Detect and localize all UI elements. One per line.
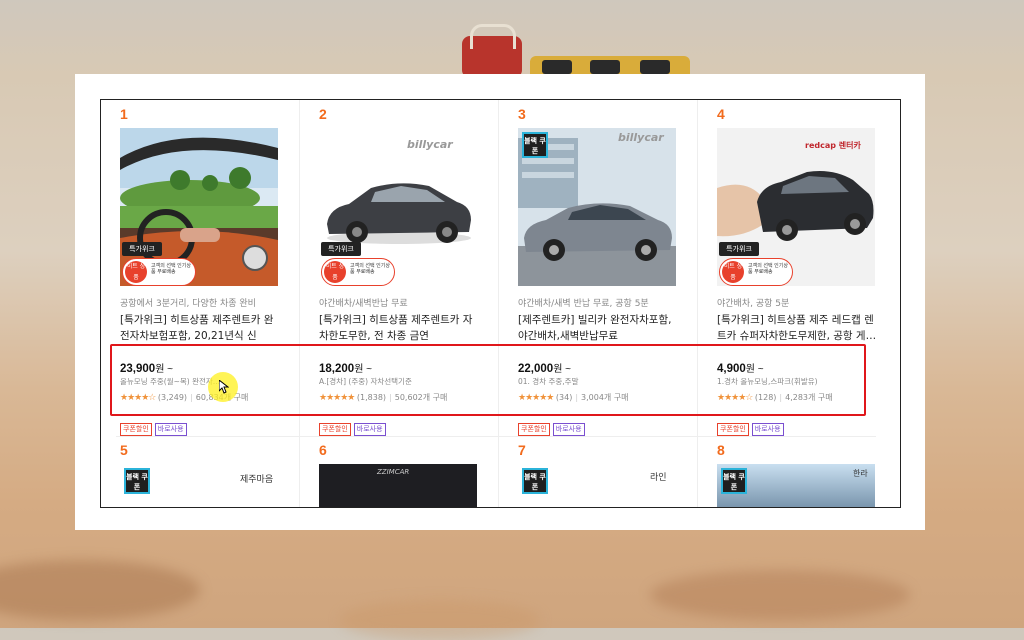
cursor-arrow-icon bbox=[219, 380, 229, 394]
product-card-5[interactable]: 5 블랙 쿠폰 제주마음 bbox=[101, 100, 300, 507]
product-image[interactable]: 블랙 쿠폰 제주마음 bbox=[120, 464, 278, 507]
product-card-6[interactable]: 6 ZZIMCAR bbox=[300, 100, 499, 507]
black-coupon-badge: 블랙 쿠폰 bbox=[124, 468, 150, 494]
rank-number: 7 bbox=[518, 442, 526, 458]
black-coupon-badge: 블랙 쿠폰 bbox=[721, 468, 747, 494]
rank-number: 6 bbox=[319, 442, 327, 458]
background-sand bbox=[0, 560, 200, 620]
mouse-cursor-highlight bbox=[208, 372, 238, 402]
brand-text: 제주마음 bbox=[240, 475, 274, 485]
product-image[interactable]: 블랙 쿠폰 라인 bbox=[518, 464, 676, 507]
product-list-screenshot: 1 특가위크 히트 상품 고객의 선택 인기상품 무료배송 공항에서 3분거리,… bbox=[100, 99, 901, 508]
background-sand bbox=[650, 570, 910, 620]
product-image[interactable]: 블랙 쿠폰 한라 bbox=[717, 464, 875, 507]
black-coupon-badge: 블랙 쿠폰 bbox=[522, 468, 548, 494]
rank-number: 5 bbox=[120, 442, 128, 458]
product-card-7[interactable]: 7 블랙 쿠폰 라인 bbox=[499, 100, 698, 507]
background-red-bag bbox=[462, 24, 522, 78]
brand-text: 라인 bbox=[650, 473, 667, 483]
brand-text: 한라 bbox=[853, 469, 868, 478]
zzimcar-logo: ZZIMCAR bbox=[377, 468, 410, 476]
product-image[interactable]: ZZIMCAR bbox=[319, 464, 477, 507]
rank-number: 8 bbox=[717, 442, 725, 458]
background-sand bbox=[340, 600, 540, 640]
product-card-8[interactable]: 8 블랙 쿠폰 한라 bbox=[698, 100, 897, 507]
